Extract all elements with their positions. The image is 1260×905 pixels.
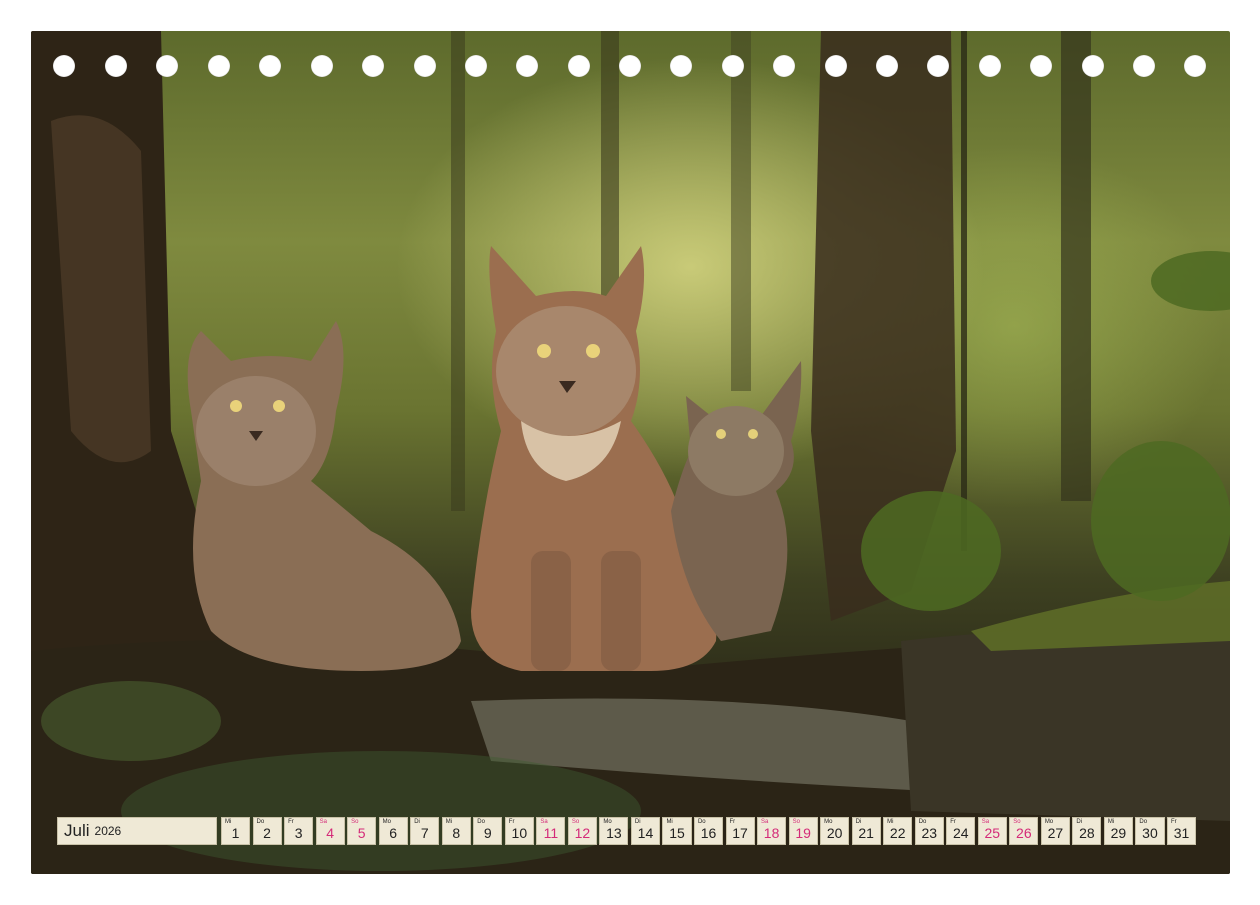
day-cell: Sa 4 [315, 817, 345, 845]
day-cell: Di 14 [630, 817, 660, 845]
day-cell: Mo 6 [378, 817, 408, 845]
day-cell: Mo 13 [599, 817, 629, 845]
day-cell: Do 30 [1135, 817, 1165, 845]
day-cell: Do 16 [693, 817, 724, 845]
day-cell: Di 21 [851, 817, 881, 845]
day-cell: Di 7 [410, 817, 440, 845]
day-cell: Mo 27 [1040, 817, 1070, 845]
day-cell: Mi 29 [1103, 817, 1133, 845]
month-year: 2026 [94, 824, 122, 838]
day-number: 2 [263, 825, 271, 841]
day-number: 21 [858, 825, 874, 841]
day-number: 13 [606, 825, 622, 841]
day-number: 27 [1047, 825, 1064, 841]
day-cell: Sa 18 [757, 817, 787, 845]
calendar-photo [31, 31, 1230, 874]
day-cell: Mi 22 [883, 817, 913, 845]
day-cell: So 5 [347, 817, 377, 845]
lynx-left [187, 321, 461, 671]
day-cell: Sa 25 [977, 817, 1007, 845]
day-number: 26 [1016, 825, 1032, 841]
day-cell: So 19 [788, 817, 818, 845]
day-number: 1 [231, 825, 240, 841]
forest-lynx-scene [31, 31, 1230, 874]
day-cell: Do 2 [252, 817, 282, 845]
day-cell: Di 28 [1072, 817, 1102, 845]
day-number: 5 [357, 825, 366, 841]
day-number: 3 [294, 825, 303, 841]
day-number: 10 [511, 825, 528, 841]
day-number: 7 [420, 825, 429, 841]
day-number: 4 [326, 825, 335, 841]
day-cell: Sa 11 [536, 817, 566, 845]
day-cell: Mi 1 [221, 817, 251, 845]
day-number: 11 [543, 825, 559, 841]
day-cell: Fr 17 [725, 817, 755, 845]
day-number: 25 [984, 825, 1001, 841]
day-cell: Mo 20 [820, 817, 850, 845]
day-cell: So 26 [1009, 817, 1039, 845]
day-cell: Mi 8 [441, 817, 471, 845]
day-cell: Fr 31 [1166, 817, 1197, 845]
day-number: 19 [795, 825, 811, 841]
day-cell: Fr 24 [946, 817, 976, 845]
day-number: 6 [389, 825, 398, 841]
day-cell: Do 9 [473, 817, 503, 845]
day-number: 31 [1173, 825, 1190, 841]
day-number: 16 [700, 825, 717, 841]
day-number: 12 [574, 825, 591, 841]
lynx-center [471, 246, 717, 671]
day-number: 24 [952, 825, 969, 841]
day-cell: So 12 [567, 817, 597, 845]
day-number: 15 [669, 825, 685, 841]
day-cell: Fr 10 [504, 817, 534, 845]
day-cells: Mi 1 Do 2 Fr 3 Sa 4 So 5 Mo 6 Di 7 Mi 8 Do 9 Fr 10 Sa 11 So 12 M… [221, 817, 1197, 847]
day-number: 8 [452, 825, 461, 841]
day-number: 18 [763, 825, 780, 841]
calendar-strip: Juli 2026 Mi 1 Do 2 Fr 3 Sa 4 So 5 Mo 6 Di 7 Mi 8 Do 9 Fr 1… [57, 817, 1197, 847]
day-number: 28 [1079, 825, 1095, 841]
day-number: 29 [1110, 825, 1127, 841]
day-number: 30 [1142, 825, 1158, 841]
day-cell: Mi 15 [662, 817, 692, 845]
day-number: 17 [732, 825, 748, 841]
day-cell: Do 23 [914, 817, 944, 845]
month-label-box: Juli 2026 [57, 817, 217, 845]
day-number: 23 [921, 825, 938, 841]
day-number: 14 [637, 825, 654, 841]
month-name: Juli [64, 821, 90, 840]
day-number: 22 [889, 825, 906, 841]
day-number: 9 [483, 825, 492, 841]
day-cell: Fr 3 [284, 817, 314, 845]
day-number: 20 [826, 825, 843, 841]
